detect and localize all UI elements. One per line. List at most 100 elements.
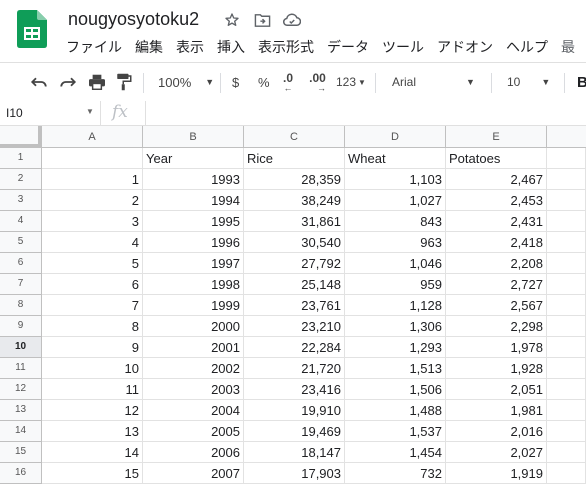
column-header-a[interactable]: A [42, 126, 143, 148]
cell-a12[interactable]: 11 [42, 379, 143, 400]
cell-c5[interactable]: 30,540 [244, 232, 345, 253]
cell-d6[interactable]: 1,046 [345, 253, 446, 274]
cell-d9[interactable]: 1,306 [345, 316, 446, 337]
cell-b9[interactable]: 2000 [143, 316, 244, 337]
cell-b4[interactable]: 1995 [143, 211, 244, 232]
cell-d10[interactable]: 1,293 [345, 337, 446, 358]
cell-e15[interactable]: 2,027 [446, 442, 547, 463]
cell-a3[interactable]: 2 [42, 190, 143, 211]
cell-c10[interactable]: 22,284 [244, 337, 345, 358]
sheets-logo-icon[interactable] [17, 10, 47, 48]
menu-file[interactable]: ファイル [66, 37, 122, 57]
cell-b6[interactable]: 1997 [143, 253, 244, 274]
star-icon[interactable] [222, 10, 242, 30]
cell-d14[interactable]: 1,537 [345, 421, 446, 442]
cell-c9[interactable]: 23,210 [244, 316, 345, 337]
cell-b12[interactable]: 2003 [143, 379, 244, 400]
cell-f10[interactable] [547, 337, 586, 358]
cell-e6[interactable]: 2,208 [446, 253, 547, 274]
cell-d2[interactable]: 1,103 [345, 169, 446, 190]
cell-a5[interactable]: 4 [42, 232, 143, 253]
cell-e11[interactable]: 1,928 [446, 358, 547, 379]
cell-c15[interactable]: 18,147 [244, 442, 345, 463]
more-formats-button[interactable]: 123 ▼ [336, 63, 366, 101]
undo-icon[interactable] [30, 63, 48, 101]
cell-b8[interactable]: 1999 [143, 295, 244, 316]
menu-tools[interactable]: ツール [382, 37, 424, 57]
font-family-select[interactable]: Arial ▼ [392, 63, 475, 101]
cell-a2[interactable]: 1 [42, 169, 143, 190]
cell-d4[interactable]: 843 [345, 211, 446, 232]
decrease-decimal-button[interactable]: .0 ← [283, 63, 293, 101]
cell-e8[interactable]: 2,567 [446, 295, 547, 316]
print-icon[interactable] [88, 63, 106, 101]
cell-f11[interactable] [547, 358, 586, 379]
row-header-2[interactable]: 2 [0, 169, 42, 190]
cell-c16[interactable]: 17,903 [244, 463, 345, 484]
cell-d11[interactable]: 1,513 [345, 358, 446, 379]
cell-f13[interactable] [547, 400, 586, 421]
row-header-9[interactable]: 9 [0, 316, 42, 337]
cell-e16[interactable]: 1,919 [446, 463, 547, 484]
cell-c8[interactable]: 23,761 [244, 295, 345, 316]
menu-edit[interactable]: 編集 [135, 37, 163, 57]
cell-f6[interactable] [547, 253, 586, 274]
cell-e1[interactable]: Potatoes [446, 148, 547, 169]
cell-c11[interactable]: 21,720 [244, 358, 345, 379]
row-header-4[interactable]: 4 [0, 211, 42, 232]
cell-a14[interactable]: 13 [42, 421, 143, 442]
cell-e10[interactable]: 1,978 [446, 337, 547, 358]
cell-f2[interactable] [547, 169, 586, 190]
cell-a13[interactable]: 12 [42, 400, 143, 421]
cell-d1[interactable]: Wheat [345, 148, 446, 169]
cell-a15[interactable]: 14 [42, 442, 143, 463]
cell-c14[interactable]: 19,469 [244, 421, 345, 442]
cell-d13[interactable]: 1,488 [345, 400, 446, 421]
row-header-13[interactable]: 13 [0, 400, 42, 421]
cell-f15[interactable] [547, 442, 586, 463]
menu-help[interactable]: ヘルプ [506, 37, 548, 57]
cell-a1[interactable] [42, 148, 143, 169]
cell-f4[interactable] [547, 211, 586, 232]
row-header-7[interactable]: 7 [0, 274, 42, 295]
cell-e5[interactable]: 2,418 [446, 232, 547, 253]
cell-f12[interactable] [547, 379, 586, 400]
row-header-5[interactable]: 5 [0, 232, 42, 253]
cell-b7[interactable]: 1998 [143, 274, 244, 295]
cell-d12[interactable]: 1,506 [345, 379, 446, 400]
cell-a7[interactable]: 6 [42, 274, 143, 295]
menu-last-edit[interactable]: 最 [561, 37, 575, 57]
cell-d5[interactable]: 963 [345, 232, 446, 253]
cell-d16[interactable]: 732 [345, 463, 446, 484]
cell-a9[interactable]: 8 [42, 316, 143, 337]
cell-e14[interactable]: 2,016 [446, 421, 547, 442]
cell-b11[interactable]: 2002 [143, 358, 244, 379]
cell-c2[interactable]: 28,359 [244, 169, 345, 190]
row-header-16[interactable]: 16 [0, 463, 42, 484]
cell-e13[interactable]: 1,981 [446, 400, 547, 421]
row-header-12[interactable]: 12 [0, 379, 42, 400]
cloud-saved-icon[interactable] [282, 10, 302, 30]
row-header-3[interactable]: 3 [0, 190, 42, 211]
cell-f7[interactable] [547, 274, 586, 295]
move-folder-icon[interactable] [252, 10, 272, 30]
cell-d7[interactable]: 959 [345, 274, 446, 295]
select-all-corner[interactable] [0, 126, 42, 148]
cell-c4[interactable]: 31,861 [244, 211, 345, 232]
paint-format-icon[interactable] [116, 63, 132, 101]
cell-f5[interactable] [547, 232, 586, 253]
menu-format[interactable]: 表示形式 [258, 37, 314, 57]
row-header-8[interactable]: 8 [0, 295, 42, 316]
cell-e2[interactable]: 2,467 [446, 169, 547, 190]
cell-e9[interactable]: 2,298 [446, 316, 547, 337]
row-header-15[interactable]: 15 [0, 442, 42, 463]
cell-f3[interactable] [547, 190, 586, 211]
cell-b2[interactable]: 1993 [143, 169, 244, 190]
formula-input[interactable] [145, 101, 586, 125]
cell-c3[interactable]: 38,249 [244, 190, 345, 211]
cell-e3[interactable]: 2,453 [446, 190, 547, 211]
row-header-10[interactable]: 10 [0, 337, 42, 358]
cell-c7[interactable]: 25,148 [244, 274, 345, 295]
cell-d3[interactable]: 1,027 [345, 190, 446, 211]
cell-d15[interactable]: 1,454 [345, 442, 446, 463]
